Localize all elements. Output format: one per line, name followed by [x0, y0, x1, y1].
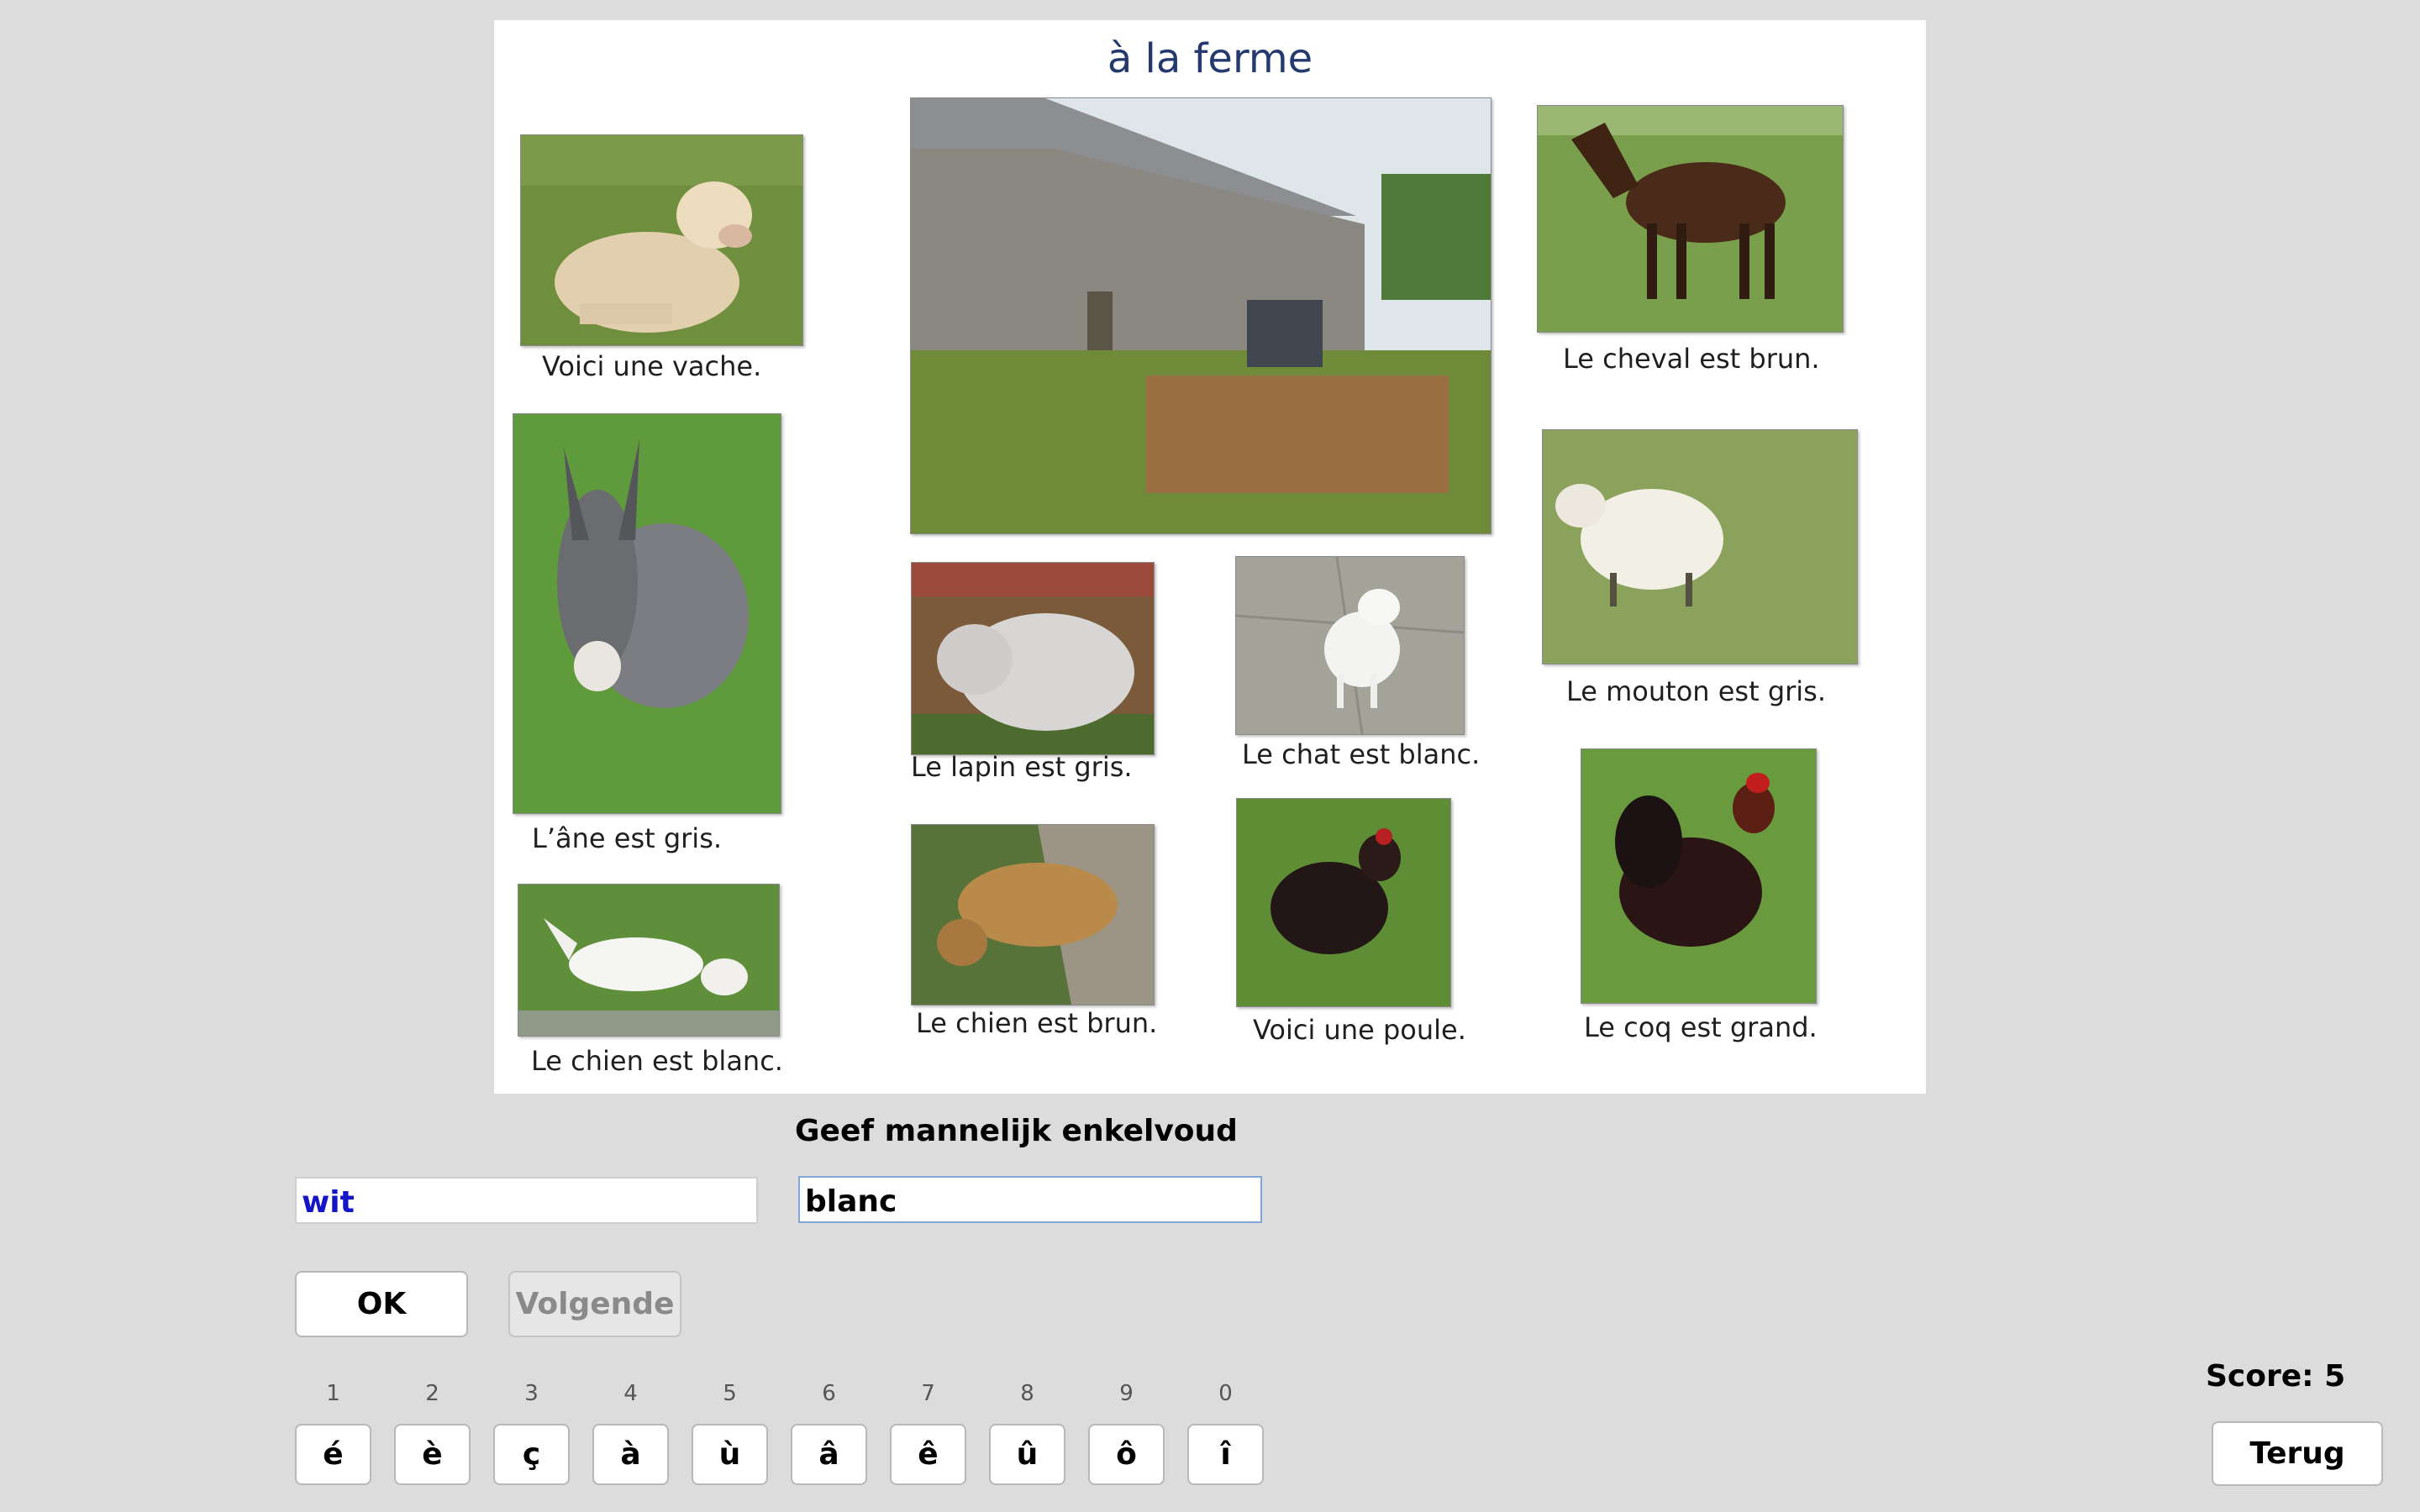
rooster-photo [1581, 748, 1817, 1004]
horse-caption: Le cheval est brun. [1563, 343, 1820, 375]
exercise-prompt: Geef mannelijk enkelvoud [795, 1114, 1238, 1148]
cow-photo [520, 134, 803, 346]
answer-input[interactable]: blanc [798, 1176, 1262, 1223]
donkey-caption: L’âne est gris. [532, 822, 723, 854]
char-button-c-cedilla[interactable]: ç [493, 1424, 570, 1485]
char-shortcut-number: 2 [425, 1381, 439, 1406]
score-label: Score: 5 [2206, 1359, 2346, 1394]
char-key-8: 8 û [989, 1378, 1065, 1485]
char-button-u-grave[interactable]: ù [692, 1424, 768, 1485]
char-button-o-circumflex[interactable]: ô [1088, 1424, 1165, 1485]
board-title: à la ferme [1107, 35, 1313, 82]
sheep-photo [1542, 429, 1858, 664]
farm-picture-board: à la ferme Voici une vache. Le cheval es… [494, 20, 1926, 1094]
char-button-i-circumflex[interactable]: î [1187, 1424, 1264, 1485]
char-button-e-acute[interactable]: é [295, 1424, 371, 1485]
char-key-0: 0 î [1187, 1378, 1264, 1485]
sheep-caption: Le mouton est gris. [1566, 675, 1827, 707]
char-button-a-circumflex[interactable]: â [791, 1424, 867, 1485]
char-key-9: 9 ô [1088, 1378, 1165, 1485]
char-key-4: 4 à [592, 1378, 669, 1485]
hen-photo [1236, 798, 1451, 1007]
char-button-u-circumflex[interactable]: û [989, 1424, 1065, 1485]
rabbit-photo [911, 562, 1155, 755]
next-button: Volgende [508, 1271, 681, 1337]
rabbit-caption: Le lapin est gris. [911, 751, 1133, 783]
ok-button[interactable]: OK [295, 1271, 468, 1337]
char-shortcut-number: 9 [1119, 1381, 1134, 1406]
source-word-field: wit [295, 1177, 758, 1224]
white-dog-photo [518, 884, 780, 1037]
donkey-photo [513, 413, 781, 814]
char-shortcut-number: 4 [623, 1381, 638, 1406]
char-shortcut-number: 7 [921, 1381, 935, 1406]
char-key-5: 5 ù [692, 1378, 768, 1485]
horse-photo [1537, 105, 1844, 333]
char-shortcut-number: 6 [822, 1381, 836, 1406]
char-shortcut-number: 1 [326, 1381, 340, 1406]
white-dog-caption: Le chien est blanc. [531, 1045, 783, 1077]
char-button-e-circumflex[interactable]: ê [890, 1424, 966, 1485]
cat-caption: Le chat est blanc. [1242, 738, 1481, 770]
char-key-3: 3 ç [493, 1378, 570, 1485]
char-shortcut-number: 3 [524, 1381, 539, 1406]
char-shortcut-number: 8 [1020, 1381, 1034, 1406]
brown-dog-caption: Le chien est brun. [916, 1007, 1158, 1039]
hen-caption: Voici une poule. [1253, 1014, 1466, 1046]
cat-photo [1235, 556, 1465, 735]
char-shortcut-number: 0 [1218, 1381, 1233, 1406]
farmhouse-photo [910, 97, 1491, 534]
brown-dog-photo [911, 824, 1155, 1005]
char-key-7: 7 ê [890, 1378, 966, 1485]
char-key-6: 6 â [791, 1378, 867, 1485]
char-button-a-grave[interactable]: à [592, 1424, 669, 1485]
char-key-1: 1 é [295, 1378, 371, 1485]
char-key-2: 2 è [394, 1378, 471, 1485]
cow-caption: Voici une vache. [542, 350, 762, 382]
char-button-e-grave[interactable]: è [394, 1424, 471, 1485]
back-button[interactable]: Terug [2212, 1421, 2383, 1486]
rooster-caption: Le coq est grand. [1584, 1011, 1818, 1043]
char-shortcut-number: 5 [723, 1381, 737, 1406]
